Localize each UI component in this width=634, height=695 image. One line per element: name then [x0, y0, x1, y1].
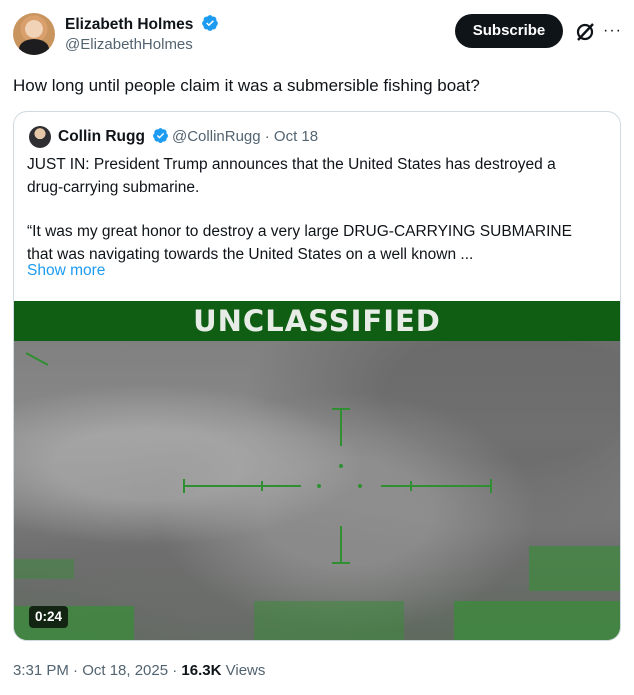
show-more-link[interactable]: Show more [27, 262, 105, 280]
tweet-timestamp[interactable]: 3:31 PM · Oct 18, 2025 · [13, 662, 177, 679]
quote-handle-date[interactable]: @CollinRugg · Oct 18 [172, 128, 318, 145]
quoted-tweet-card[interactable]: Collin Rugg @CollinRugg · Oct 18 JUST IN… [13, 111, 621, 641]
subscribe-button[interactable]: Subscribe [455, 14, 563, 48]
author-handle[interactable]: @ElizabethHolmes [65, 36, 193, 53]
verified-badge-icon [201, 14, 219, 37]
quote-author-name[interactable]: Collin Rugg [58, 128, 145, 145]
grok-icon[interactable] [574, 21, 596, 43]
more-icon[interactable]: ··· [603, 22, 622, 40]
crosshair-reticle [25, 352, 492, 564]
verified-badge-icon [152, 127, 169, 149]
views-count: 16.3K [181, 662, 222, 679]
quote-text-line: drug-carrying submarine. [27, 178, 200, 196]
quote-text: JUST IN: President Trump announces that … [27, 154, 612, 266]
author-avatar[interactable] [13, 13, 55, 55]
video-player[interactable]: UNCLASSIFIED 0:24 [14, 301, 620, 640]
tweet-meta: 3:31 PM · Oct 18, 2025 · 16.3K Views [13, 662, 265, 679]
tweet-text: How long until people claim it was a sub… [13, 76, 480, 95]
quote-author-name-row[interactable]: Collin Rugg [58, 127, 169, 149]
quote-text-line: “It was my great honor to destroy a very… [27, 223, 572, 240]
quote-author-avatar[interactable] [29, 126, 51, 148]
author-name[interactable]: Elizabeth Holmes [65, 16, 193, 33]
video-duration-badge: 0:24 [29, 606, 69, 628]
views-label: Views [225, 662, 266, 679]
quote-text-line: that was navigating towards the United S… [27, 245, 474, 263]
quote-text-line: JUST IN: President Trump announces that … [27, 156, 556, 173]
author-name-row[interactable]: Elizabeth Holmes [65, 14, 219, 37]
